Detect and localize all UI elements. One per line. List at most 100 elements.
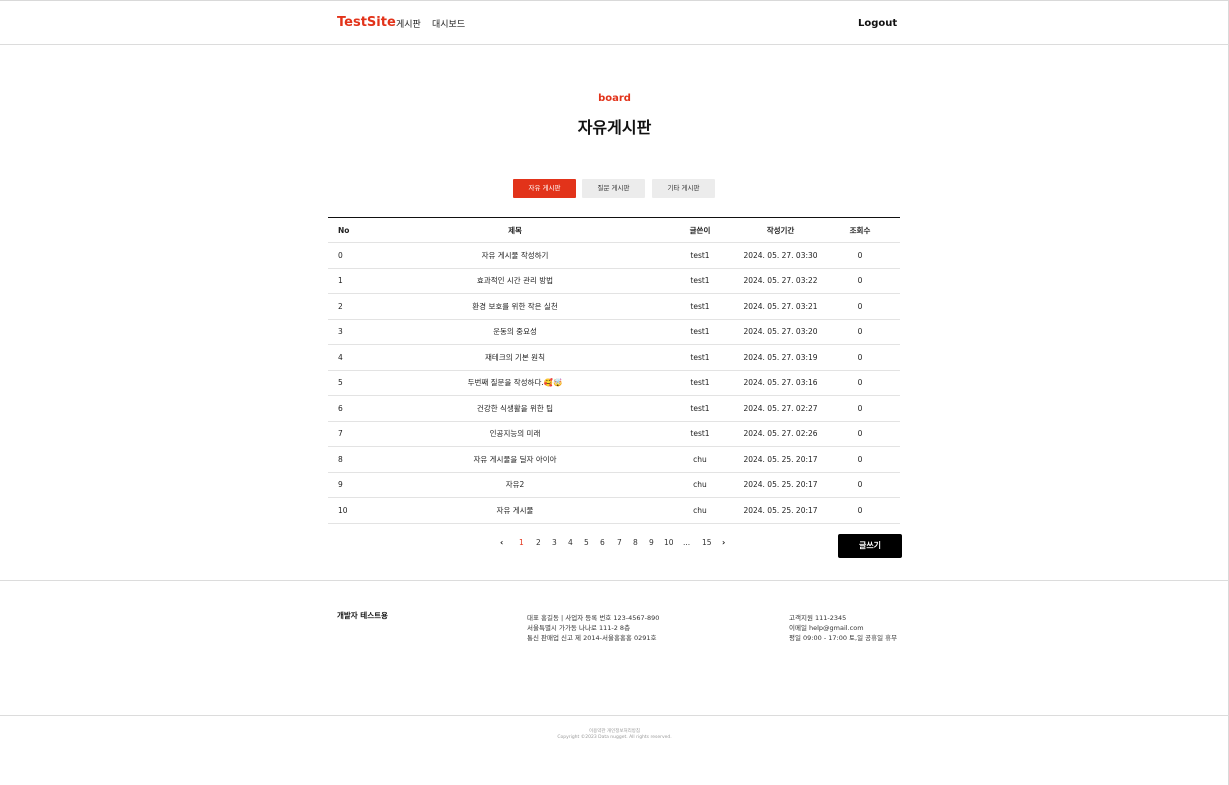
nav-dashboard[interactable]: 대시보드 (432, 17, 465, 30)
row-date: 2024. 05. 27. 02:26 (743, 429, 818, 439)
footer-contact-line: 평일 09:00 - 17:00 토,일 공휴일 휴무 (789, 634, 898, 642)
col-header-author: 글쓴이 (689, 225, 711, 235)
row-date: 2024. 05. 27. 03:20 (743, 327, 818, 337)
footer-company-line: 서울특별시 가가동 나나로 111-2 8층 (527, 624, 631, 632)
table-row[interactable]: 10 자유 게시물 chu 2024. 05. 25. 20:17 0 (328, 498, 900, 524)
row-title[interactable]: 재테크의 기본 원칙 (368, 345, 662, 370)
row-date: 2024. 05. 27. 03:16 (743, 378, 818, 388)
row-no: 1 (338, 276, 343, 286)
row-no: 5 (338, 378, 343, 388)
row-title[interactable]: 자유 게시물을 딜자 아이아 (368, 447, 662, 472)
row-no: 10 (338, 505, 348, 515)
row-date: 2024. 05. 25. 20:17 (743, 454, 818, 464)
row-date: 2024. 05. 27. 03:21 (743, 301, 818, 311)
row-author: chu (693, 454, 707, 464)
tab-question-board[interactable]: 질문 게시판 (582, 179, 645, 198)
row-views: 0 (857, 403, 863, 413)
page-link[interactable]: 8 (633, 538, 638, 547)
page-link[interactable]: 9 (649, 538, 654, 547)
row-title[interactable]: 자유 게시물 (368, 498, 662, 523)
row-views: 0 (857, 352, 863, 362)
tab-etc-board[interactable]: 기타 게시판 (652, 179, 715, 198)
row-title[interactable]: 효과적인 시간 관리 방법 (368, 269, 662, 294)
chevron-left-icon[interactable]: ‹ (500, 538, 503, 547)
row-title[interactable]: 인공지능의 미래 (368, 422, 662, 447)
nav-board[interactable]: 게시판 (396, 17, 421, 30)
footer-contact-info: 고객지원 111-2345 이메일 help@gmail.com 평일 09:0… (789, 613, 897, 643)
table-row[interactable]: 6 건강한 식생활을 위한 팁 test1 2024. 05. 27. 02:27 0 (328, 396, 900, 422)
row-views: 0 (857, 301, 863, 311)
row-date: 2024. 05. 27. 02:27 (743, 403, 818, 413)
table-row[interactable]: 7 인공지능의 미래 test1 2024. 05. 27. 02:26 0 (328, 422, 900, 447)
site-logo[interactable]: TestSite (337, 15, 396, 30)
table-row[interactable]: 2 환경 보호를 위한 작은 실천 test1 2024. 05. 27. 03:21… (328, 294, 900, 320)
row-views: 0 (857, 480, 863, 490)
page-link[interactable]: 2 (536, 538, 541, 547)
row-author: test1 (690, 378, 710, 388)
row-author: test1 (690, 276, 710, 286)
site-header: TestSite 게시판 대시보드 Logout (0, 1, 1229, 45)
page-link[interactable]: 1 (519, 538, 524, 547)
row-no: 9 (338, 480, 343, 490)
table-body: 0 자유 게시물 작성하기 test1 2024. 05. 27. 03:30 0 1 효과… (328, 243, 900, 524)
page-link[interactable]: 7 (617, 538, 622, 547)
row-date: 2024. 05. 25. 20:17 (743, 480, 818, 490)
row-title[interactable]: 운동의 중요성 (368, 320, 662, 345)
chevron-right-icon[interactable]: › (722, 538, 725, 547)
table-header-row: No 제목 글쓴이 작성기간 조회수 (328, 218, 900, 243)
table-row[interactable]: 9 자유2 chu 2024. 05. 25. 20:17 0 (328, 473, 900, 498)
row-date: 2024. 05. 27. 03:22 (743, 276, 818, 286)
row-no: 3 (338, 327, 343, 337)
row-views: 0 (857, 378, 863, 388)
row-date: 2024. 05. 25. 20:17 (743, 505, 818, 515)
page-link[interactable]: 10 (664, 538, 674, 547)
row-views: 0 (857, 250, 863, 260)
row-date: 2024. 05. 27. 03:19 (743, 352, 818, 362)
row-author: test1 (690, 403, 710, 413)
row-title[interactable]: 자유2 (368, 473, 662, 498)
footer-company-line: 통신 판매업 신고 제 2014-서울홍홍홍 0291호 (527, 634, 657, 642)
col-header-title: 제목 (508, 225, 522, 235)
tab-free-board[interactable]: 자유 게시판 (513, 179, 576, 198)
col-header-views: 조회수 (849, 225, 871, 235)
pagination-ellipsis: ... (683, 538, 691, 547)
page-link[interactable]: 4 (568, 538, 573, 547)
table-row[interactable]: 8 자유 게시물을 딜자 아이아 chu 2024. 05. 25. 20:17 0 (328, 447, 900, 473)
row-title[interactable]: 두번째 질문을 작성하다.🥰🤯 (368, 371, 662, 396)
footer-copyright: Copyright ©2023 Data nugget. All rights … (557, 735, 672, 740)
footer-divider (0, 580, 1229, 581)
row-title[interactable]: 환경 보호를 위한 작은 실천 (368, 294, 662, 319)
write-post-button[interactable]: 글쓰기 (838, 534, 902, 558)
row-author: test1 (690, 250, 710, 260)
page-link[interactable]: 5 (584, 538, 589, 547)
row-title[interactable]: 건강한 식생활을 위한 팁 (368, 396, 662, 421)
row-no: 4 (338, 352, 343, 362)
row-author: test1 (690, 429, 710, 439)
row-author: test1 (690, 352, 710, 362)
page-link[interactable]: 6 (600, 538, 605, 547)
row-no: 0 (338, 250, 343, 260)
table-row[interactable]: 0 자유 게시물 작성하기 test1 2024. 05. 27. 03:30 0 (328, 243, 900, 269)
table-row[interactable]: 3 운동의 중요성 test1 2024. 05. 27. 03:20 0 (328, 320, 900, 345)
page-link[interactable]: 15 (702, 538, 712, 547)
footer-contact-line: 고객지원 111-2345 (789, 614, 847, 622)
row-no: 6 (338, 403, 343, 413)
row-author: test1 (690, 301, 710, 311)
col-header-date: 작성기간 (766, 225, 795, 235)
logout-button[interactable]: Logout (858, 18, 897, 29)
footer-company-line: 대표 홍길동 | 사업자 등록 번호 123-4567-890 (527, 614, 660, 622)
table-row[interactable]: 1 효과적인 시간 관리 방법 test1 2024. 05. 27. 03:22 0 (328, 269, 900, 294)
page-link[interactable]: 3 (552, 538, 557, 547)
table-row[interactable]: 5 두번째 질문을 작성하다.🥰🤯 test1 2024. 05. 27. 03:16… (328, 371, 900, 396)
footer-contact-line: 이메일 help@gmail.com (789, 624, 864, 632)
row-author: chu (693, 480, 707, 490)
footer-brand: 개발자 테스트용 (337, 611, 388, 620)
pagination: ‹ 1 2 3 4 5 6 7 8 9 10... 15 › (0, 538, 1229, 550)
row-views: 0 (857, 429, 863, 439)
row-author: test1 (690, 327, 710, 337)
row-title[interactable]: 자유 게시물 작성하기 (368, 243, 662, 268)
table-row[interactable]: 4 재테크의 기본 원칙 test1 2024. 05. 27. 03:19 0 (328, 345, 900, 371)
row-no: 2 (338, 301, 343, 311)
row-no: 8 (338, 454, 343, 464)
section-eyebrow: board (598, 93, 631, 104)
